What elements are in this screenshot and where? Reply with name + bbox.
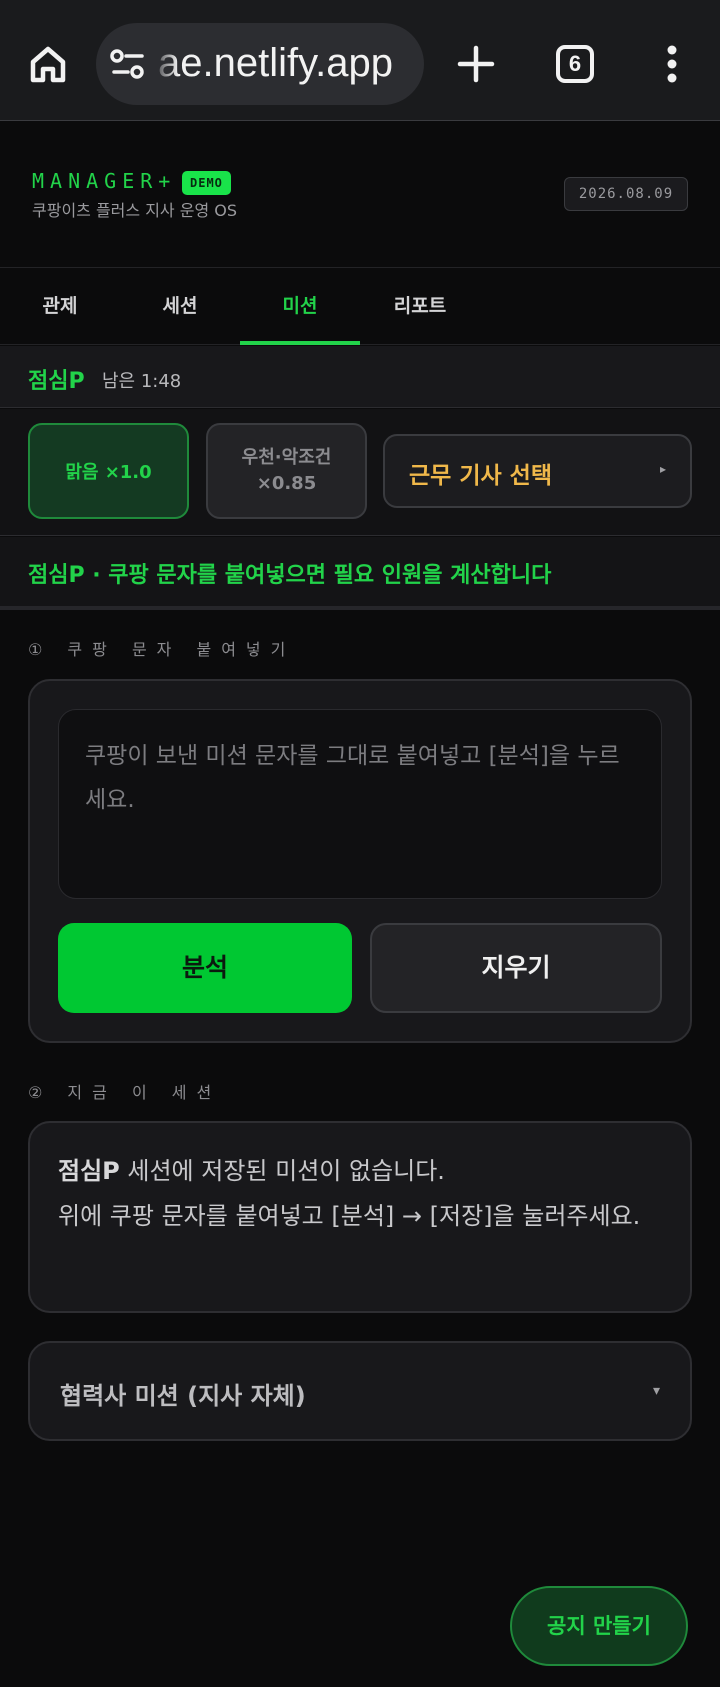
empty-msg-part2: 위에 쿠팡 문자를 붙여넣고 [분석] → [저장]을 눌러주세요. <box>58 1202 641 1230</box>
weather-bad-button[interactable]: 우천·악조건 ×0.85 <box>206 423 367 519</box>
tab-mission[interactable]: 미션 <box>240 268 360 345</box>
site-settings-icon[interactable] <box>110 47 146 81</box>
app-header: MANAGER+ DEMO 쿠팡이츠 플러스 지사 운영 OS 2026.08.… <box>0 121 720 268</box>
driver-select-label: 근무 기사 선택 <box>409 463 552 489</box>
current-session-card: 점심P 세션에 저장된 미션이 없습니다. 위에 쿠팡 문자를 붙여넣고 [분석… <box>28 1121 692 1313</box>
session-name: 점심P <box>28 369 85 394</box>
brand-logo: MANAGER+ <box>32 169 177 193</box>
empty-session-name: 점심P <box>58 1157 120 1185</box>
brand-subtitle: 쿠팡이츠 플러스 지사 운영 OS <box>32 201 238 220</box>
more-vert-icon[interactable] <box>660 44 684 84</box>
driver-select-button[interactable]: 근무 기사 선택 ▸ <box>383 434 692 508</box>
url-text: ae.netlify.app <box>158 41 393 85</box>
clear-button[interactable]: 지우기 <box>370 923 662 1013</box>
sms-paste-textarea[interactable]: 쿠팡이 보낸 미션 문자를 그대로 붙여넣고 [분석]을 누르세요. <box>58 709 662 899</box>
home-icon[interactable] <box>24 40 72 88</box>
url-fade <box>152 23 178 105</box>
tab-control[interactable]: 관제 <box>0 268 120 345</box>
session-strip: 점심P 남은 1:48 <box>0 346 720 408</box>
partner-mission-title: 협력사 미션 (지사 자체) <box>60 1382 306 1410</box>
plus-icon[interactable] <box>452 40 500 88</box>
info-banner: 점심P · 쿠팡 문자를 붙여넣으면 필요 인원을 계산합니다 <box>0 537 720 610</box>
tabs-icon[interactable]: 6 <box>556 45 594 83</box>
weather-clear-label: 맑음 ×1.0 <box>65 462 152 483</box>
demo-badge: DEMO <box>182 171 231 195</box>
partner-mission-toggle[interactable]: 협력사 미션 (지사 자체) ▾ <box>28 1341 692 1441</box>
chevron-down-icon: ▾ <box>652 1383 660 1399</box>
tab-session[interactable]: 세션 <box>120 268 240 345</box>
address-bar[interactable]: ae.netlify.app <box>96 23 424 105</box>
weather-bad-label: 우천·악조건 <box>241 447 332 468</box>
browser-toolbar: ae.netlify.app 6 <box>0 0 720 121</box>
paste-card: 쿠팡이 보낸 미션 문자를 그대로 붙여넣고 [분석]을 누르세요. 분석 지우… <box>28 679 692 1043</box>
empty-mission-message: 점심P 세션에 저장된 미션이 없습니다. 위에 쿠팡 문자를 붙여넣고 [분석… <box>58 1149 666 1239</box>
paste-section-title: ① 쿠팡 문자 붙여넣기 <box>28 640 296 659</box>
date-chip: 2026.08.09 <box>564 177 688 211</box>
tab-report[interactable]: 리포트 <box>360 268 480 345</box>
banner-text: 점심P · 쿠팡 문자를 붙여넣으면 필요 인원을 계산합니다 <box>28 563 552 588</box>
create-notice-button[interactable]: 공지 만들기 <box>510 1586 688 1666</box>
analyze-button[interactable]: 분석 <box>58 923 352 1013</box>
weather-condition-row: 맑음 ×1.0 우천·악조건 ×0.85 근무 기사 선택 ▸ <box>0 409 720 536</box>
session-remaining: 남은 1:48 <box>102 371 182 392</box>
current-session-title: ② 지금 이 세션 <box>28 1083 222 1102</box>
weather-clear-button[interactable]: 맑음 ×1.0 <box>28 423 189 519</box>
chevron-right-icon: ▸ <box>659 462 666 476</box>
main-tabs: 관제 세션 미션 리포트 <box>0 268 720 345</box>
empty-msg-part1: 세션에 저장된 미션이 없습니다. <box>119 1157 445 1185</box>
weather-bad-multiplier: ×0.85 <box>256 473 317 494</box>
